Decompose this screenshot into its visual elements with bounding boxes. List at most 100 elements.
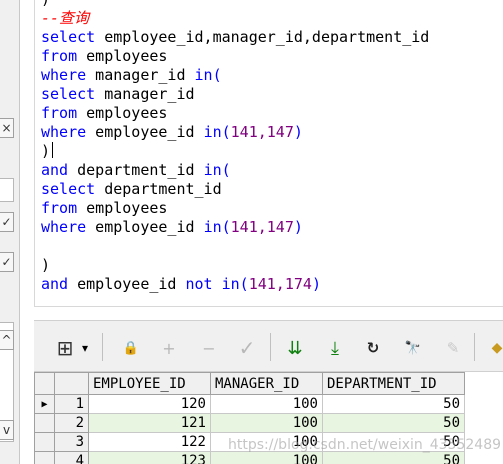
sql-keyword: from xyxy=(41,199,78,217)
sql-comment: --查询 xyxy=(41,9,90,27)
code-line[interactable]: select manager_id xyxy=(41,85,195,104)
clear-icon[interactable]: ✎ xyxy=(440,335,466,361)
row-number: 3 xyxy=(54,432,89,452)
results-toolbar: ⊞ ▾ 🔒 + − ✓ ⇊ ⤓ ↻ 🔭 ✎ ◆ xyxy=(34,320,503,372)
code-line[interactable]: where employee_id in(141,147) xyxy=(41,123,303,142)
table-cell[interactable]: 120 xyxy=(88,394,211,414)
code-line[interactable]: from employees xyxy=(41,104,167,123)
scroll-down-icon[interactable]: v xyxy=(0,420,14,440)
sql-keyword: select xyxy=(41,28,96,46)
sql-keyword: in( xyxy=(203,161,231,179)
check-icon[interactable]: ✓ xyxy=(0,252,14,272)
sql-text: ) xyxy=(41,0,50,8)
sql-keyword: and xyxy=(41,275,69,293)
code-line[interactable]: ) xyxy=(41,142,54,161)
table-cell[interactable]: 50 xyxy=(322,432,465,452)
table-cell[interactable]: 100 xyxy=(210,432,323,452)
sql-text: manager_id xyxy=(95,85,195,103)
table-row[interactable]: ▶ 1 120 100 50 xyxy=(34,394,465,414)
scroll-up-icon[interactable]: ^ xyxy=(0,330,14,350)
row-number: 1 xyxy=(54,394,89,414)
chevron-down-icon[interactable]: ▾ xyxy=(78,335,92,361)
toolbar-separator xyxy=(102,333,103,361)
sql-text: employees xyxy=(77,104,168,122)
sql-keyword: in( xyxy=(203,218,231,236)
sql-keyword: ) xyxy=(311,275,321,293)
sql-keyword: ) xyxy=(293,123,303,141)
row-indicator[interactable] xyxy=(34,451,55,464)
code-line[interactable]: where manager_id in( xyxy=(41,66,222,85)
sql-text: employees xyxy=(77,199,168,217)
table-cell[interactable]: 122 xyxy=(88,432,211,452)
code-line[interactable]: where employee_id in(141,147) xyxy=(41,218,303,237)
sql-text: employee_id xyxy=(68,275,186,293)
sql-keyword: from xyxy=(41,47,78,65)
row-indicator[interactable] xyxy=(34,413,55,433)
sql-keyword: select xyxy=(41,85,96,103)
last-page-icon[interactable]: ⤓ xyxy=(322,335,348,361)
delete-record-icon[interactable]: − xyxy=(196,335,222,361)
binoculars-icon[interactable]: 🔭 xyxy=(400,335,426,361)
code-line[interactable]: select department_id xyxy=(41,180,222,199)
add-record-icon[interactable]: + xyxy=(156,335,182,361)
table-cell[interactable]: 100 xyxy=(210,413,323,433)
results-table: EMPLOYEE_ID MANAGER_ID DEPARTMENT_ID ▶ 1 1… xyxy=(34,372,465,464)
sql-keyword: where xyxy=(41,123,87,141)
sql-text: employee_id xyxy=(86,123,204,141)
code-line[interactable]: from employees xyxy=(41,199,167,218)
code-line[interactable]: and department_id in( xyxy=(41,161,231,180)
next-page-icon[interactable]: ⇊ xyxy=(282,335,308,361)
table-cell[interactable]: 50 xyxy=(322,394,465,414)
left-panel-strip: × ✓ ✓ ^ v xyxy=(0,0,20,464)
row-number: 4 xyxy=(54,451,89,464)
code-line[interactable]: --查询 xyxy=(41,9,89,28)
sql-keyword: where xyxy=(41,218,87,236)
table-row[interactable]: 2 121 100 50 xyxy=(34,413,465,433)
splitter[interactable] xyxy=(34,306,503,320)
post-changes-icon[interactable]: ✓ xyxy=(234,335,260,361)
sql-keyword: not in( xyxy=(185,275,249,293)
row-indicator[interactable] xyxy=(34,432,55,452)
check-icon[interactable]: ✓ xyxy=(0,212,14,232)
toolbar-separator xyxy=(270,333,271,361)
sql-keyword: in( xyxy=(194,66,222,84)
toolbar-separator xyxy=(474,333,475,361)
lock-icon[interactable]: 🔒 xyxy=(118,335,144,361)
table-cell[interactable]: 100 xyxy=(210,451,323,464)
sql-number: 141,147 xyxy=(230,123,294,141)
sql-text: manager_id xyxy=(86,66,195,84)
export-icon[interactable]: ◆ xyxy=(484,335,503,361)
code-line[interactable]: ) xyxy=(41,0,50,9)
code-line[interactable]: and employee_id not in(141,174) xyxy=(41,275,321,294)
table-cell[interactable]: 100 xyxy=(210,394,323,414)
code-line[interactable]: select employee_id,manager_id,department… xyxy=(41,28,429,47)
table-row[interactable]: 3 122 100 50 xyxy=(34,432,465,452)
indicator-header xyxy=(34,372,55,395)
results-grid: EMPLOYEE_ID MANAGER_ID DEPARTMENT_ID ▶ 1 1… xyxy=(34,372,503,464)
sql-keyword: select xyxy=(41,180,96,198)
sql-number: 141,147 xyxy=(230,218,294,236)
close-icon[interactable]: × xyxy=(0,118,14,138)
text-caret xyxy=(52,142,54,158)
sql-text: employee_id xyxy=(86,218,204,236)
sql-text: department_id xyxy=(68,161,204,179)
column-header-employee-id[interactable]: EMPLOYEE_ID xyxy=(88,372,211,395)
sql-editor[interactable]: )--查询select employee_id,manager_id,depar… xyxy=(34,0,503,306)
column-header-manager-id[interactable]: MANAGER_ID xyxy=(210,372,323,395)
code-line[interactable]: from employees xyxy=(41,47,167,66)
table-row[interactable]: 4 123 100 50 xyxy=(34,451,465,464)
table-cell[interactable]: 50 xyxy=(322,413,465,433)
sql-number: 141,174 xyxy=(248,275,312,293)
table-cell[interactable]: 123 xyxy=(88,451,211,464)
table-cell[interactable]: 121 xyxy=(88,413,211,433)
refresh-icon[interactable]: ↻ xyxy=(360,335,386,361)
column-header-department-id[interactable]: DEPARTMENT_ID xyxy=(322,372,465,395)
grid-view-icon[interactable]: ⊞ xyxy=(52,335,78,361)
sql-keyword: where xyxy=(41,66,87,84)
code-line[interactable]: ) xyxy=(41,256,50,275)
table-cell[interactable]: 50 xyxy=(322,451,465,464)
left-panel-box xyxy=(0,178,14,202)
row-indicator[interactable]: ▶ xyxy=(34,394,55,414)
sql-text: employee_id,manager_id,department_id xyxy=(95,28,430,46)
header-row: EMPLOYEE_ID MANAGER_ID DEPARTMENT_ID xyxy=(34,372,465,395)
